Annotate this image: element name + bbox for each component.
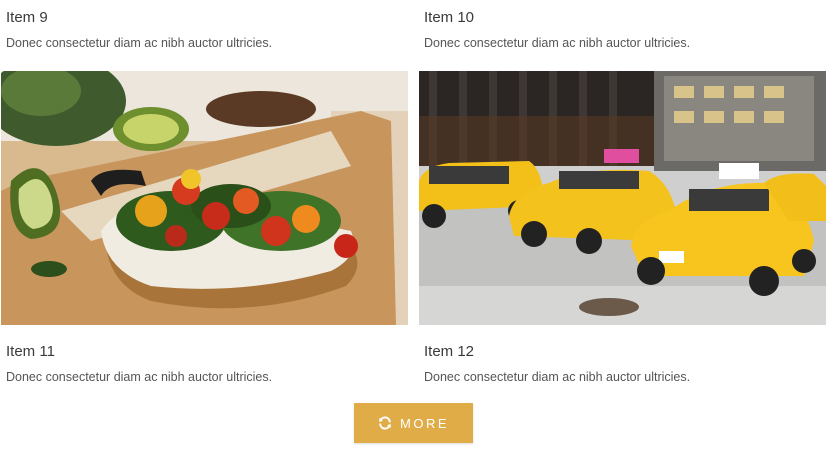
grid-item-9[interactable]: Item 9 Donec consectetur diam ac nibh au… <box>6 9 413 51</box>
item-title[interactable]: Item 12 <box>424 343 828 361</box>
item-description: Donec consectetur diam ac nibh auctor ul… <box>6 36 273 50</box>
item-description: Donec consectetur diam ac nibh auctor ul… <box>6 370 273 384</box>
item-title[interactable]: Item 10 <box>424 9 828 27</box>
grid-item-12[interactable]: Item 12 Donec consectetur diam ac nibh a… <box>424 343 828 385</box>
item-description: Donec consectetur diam ac nibh auctor ul… <box>424 370 691 384</box>
refresh-icon <box>378 416 392 430</box>
more-button[interactable]: MORE <box>354 403 473 443</box>
item-title[interactable]: Item 9 <box>6 9 413 27</box>
grid-item-11[interactable]: Item 11 Donec consectetur diam ac nibh a… <box>6 343 413 385</box>
item-title[interactable]: Item 11 <box>6 343 413 361</box>
grid-item-10[interactable]: Item 10 Donec consectetur diam ac nibh a… <box>424 9 828 51</box>
food-photo <box>1 71 408 325</box>
item-11-image[interactable] <box>1 71 408 325</box>
more-button-label: MORE <box>400 415 449 431</box>
item-12-image[interactable] <box>419 71 826 325</box>
taxi-photo <box>419 71 826 325</box>
item-description: Donec consectetur diam ac nibh auctor ul… <box>424 36 691 50</box>
